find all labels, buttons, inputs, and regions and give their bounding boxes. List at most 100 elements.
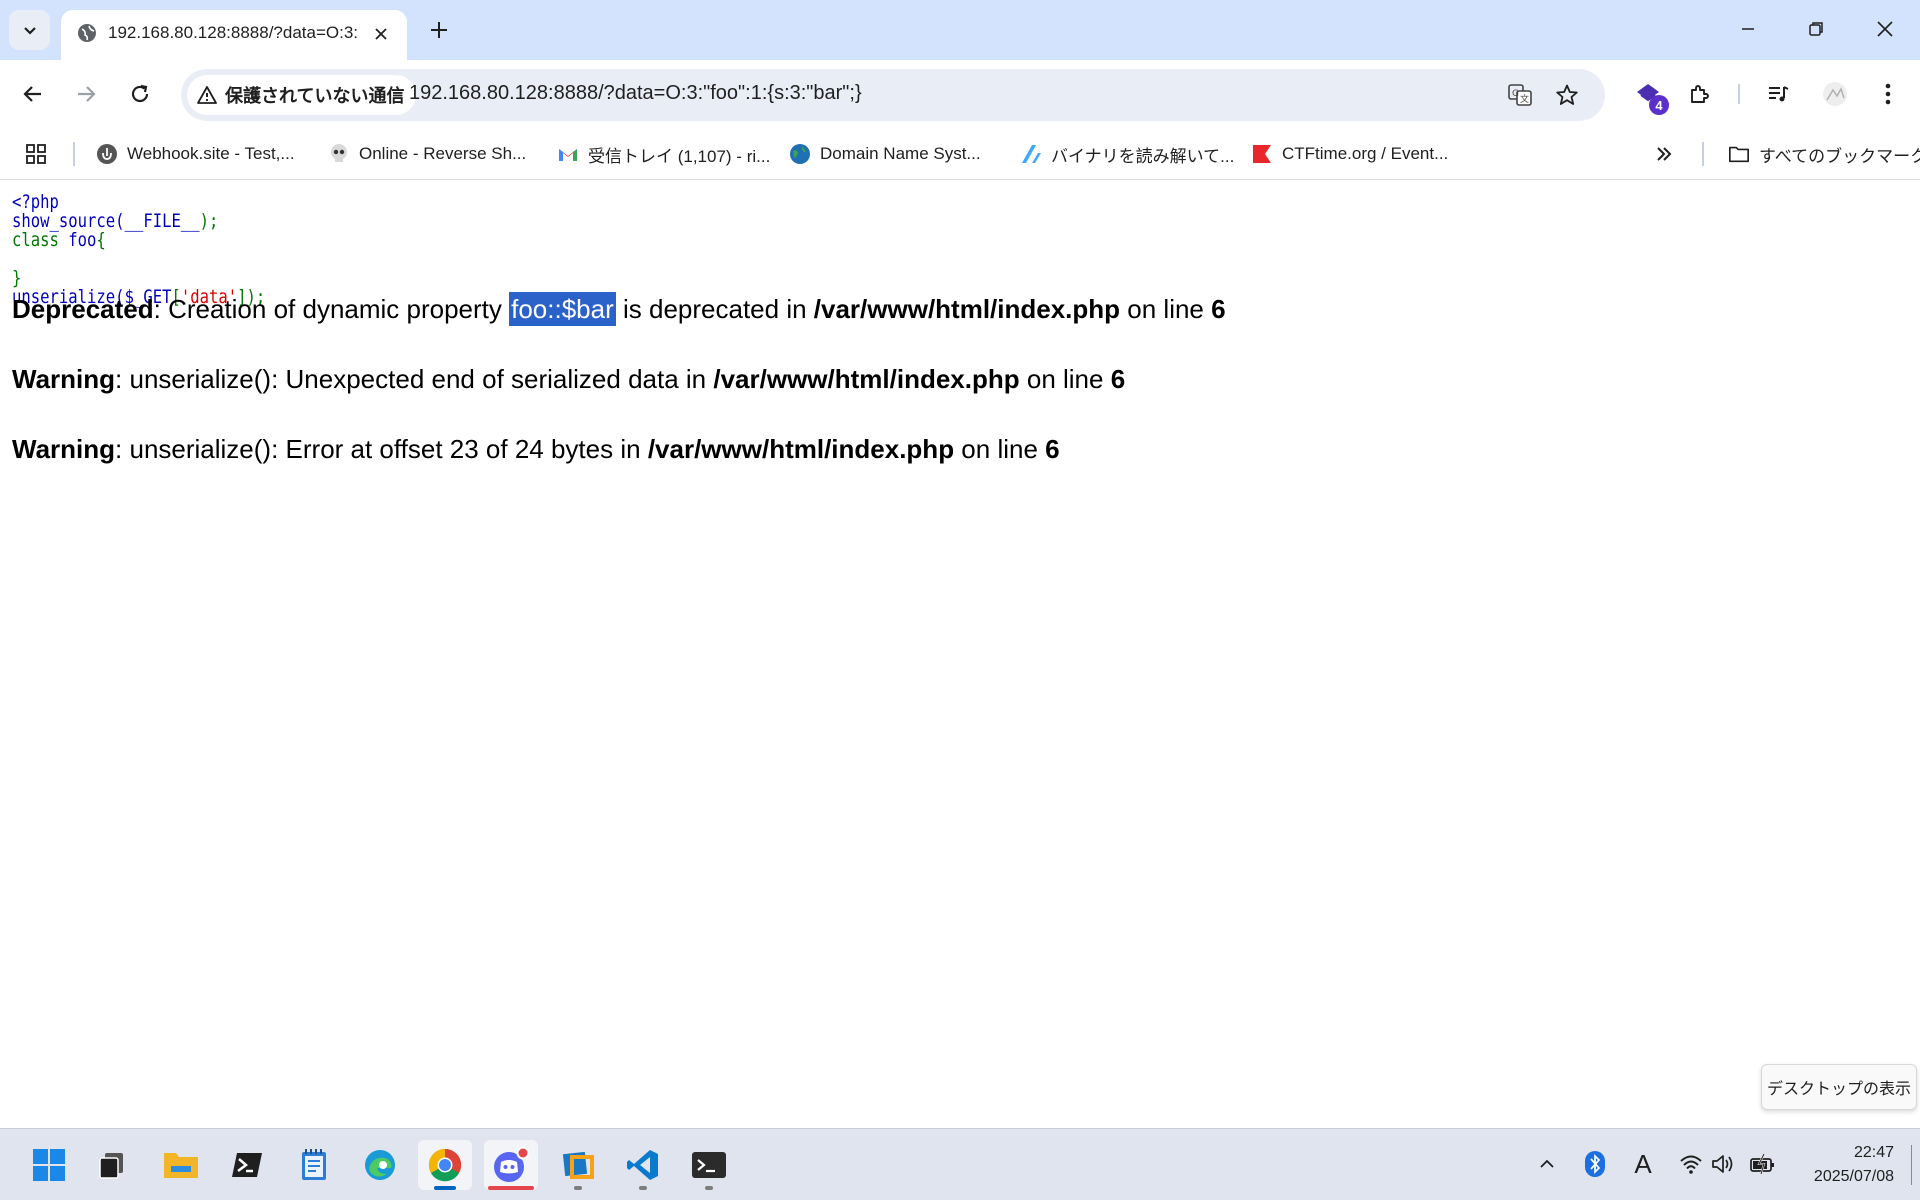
address-bar[interactable]: 保護されていない通信 192.168.80.128:8888/?data=O:3… bbox=[181, 69, 1605, 121]
show-desktop-button[interactable] bbox=[1911, 1145, 1912, 1185]
svg-text:G: G bbox=[1512, 89, 1519, 99]
message-line: 6 bbox=[1110, 364, 1126, 394]
battery-charging-icon bbox=[1750, 1153, 1774, 1175]
code-token: ); bbox=[199, 210, 219, 232]
file-explorer-button[interactable] bbox=[154, 1140, 208, 1190]
plus-icon bbox=[431, 22, 447, 38]
running-indicator bbox=[705, 1186, 713, 1190]
bluetooth-tray-button[interactable] bbox=[1580, 1149, 1610, 1179]
extension-button[interactable]: 4 bbox=[1628, 74, 1669, 115]
ime-indicator[interactable]: A bbox=[1628, 1149, 1658, 1179]
php-source-code: <?php show_source(__FILE__); class foo{ … bbox=[12, 193, 265, 307]
profile-button[interactable] bbox=[1815, 74, 1855, 114]
globe-icon bbox=[789, 143, 811, 165]
avatar-icon bbox=[1823, 82, 1847, 106]
minimize-button[interactable] bbox=[1720, 6, 1776, 52]
bluetooth-icon bbox=[1585, 1151, 1605, 1177]
task-view-button[interactable] bbox=[85, 1140, 139, 1190]
reload-button[interactable] bbox=[120, 74, 160, 114]
arrow-left-icon bbox=[23, 86, 41, 102]
system-clock[interactable]: 22:47 2025/07/08 bbox=[1784, 1141, 1894, 1189]
message-text: on line bbox=[1120, 294, 1212, 324]
forward-button[interactable] bbox=[66, 74, 106, 114]
show-hidden-icons-button[interactable] bbox=[1532, 1149, 1562, 1179]
bookmark-star-button[interactable] bbox=[1550, 78, 1584, 112]
restore-button[interactable] bbox=[1788, 6, 1844, 52]
bookmark-zenn[interactable]: バイナリを読み解いて... bbox=[1020, 138, 1234, 170]
all-bookmarks-button[interactable]: すべてのブックマーク bbox=[1728, 138, 1920, 170]
chrome-icon bbox=[428, 1148, 462, 1182]
security-chip[interactable]: 保護されていない通信 bbox=[187, 75, 417, 115]
close-window-button[interactable] bbox=[1857, 6, 1913, 52]
skull-icon bbox=[328, 143, 350, 165]
message-text: on line bbox=[954, 434, 1046, 464]
notification-indicator bbox=[488, 1186, 534, 1190]
code-token: __FILE__ bbox=[124, 210, 200, 232]
selected-text: foo::$bar bbox=[509, 292, 616, 326]
apps-button[interactable] bbox=[24, 138, 48, 170]
wifi-tray-button[interactable] bbox=[1676, 1149, 1706, 1179]
back-button[interactable] bbox=[13, 74, 53, 114]
active-indicator bbox=[434, 1186, 456, 1190]
notepad-icon bbox=[302, 1149, 326, 1180]
extensions-menu-button[interactable] bbox=[1680, 74, 1720, 114]
powershell-button[interactable] bbox=[220, 1140, 274, 1190]
volume-tray-button[interactable] bbox=[1708, 1149, 1738, 1179]
edge-button[interactable] bbox=[353, 1140, 407, 1190]
virtualbox-button[interactable] bbox=[551, 1140, 605, 1190]
message-level: Warning bbox=[12, 364, 116, 394]
toolbar-separator bbox=[1738, 84, 1740, 104]
security-label: 保護されていない通信 bbox=[225, 86, 405, 106]
tab-strip: 192.168.80.128:8888/?data=O:3: bbox=[0, 0, 1920, 60]
message-level: Deprecated bbox=[12, 294, 154, 324]
page-content: <?php show_source(__FILE__); class foo{ … bbox=[0, 181, 1920, 1128]
tab-close-button[interactable] bbox=[367, 20, 395, 48]
notepad-button[interactable] bbox=[287, 1140, 341, 1190]
url-text[interactable]: 192.168.80.128:8888/?data=O:3:"foo":1:{s… bbox=[409, 82, 862, 105]
double-chevron-right-icon bbox=[1657, 147, 1672, 161]
chevron-up-icon bbox=[1540, 1159, 1554, 1168]
bookmark-dns[interactable]: Domain Name Syst... bbox=[789, 138, 981, 170]
message-text: : unserialize(): Unexpected end of seria… bbox=[115, 364, 714, 394]
media-controls-button[interactable] bbox=[1758, 74, 1798, 114]
bookmark-gmail[interactable]: 受信トレイ (1,107) - ri... bbox=[557, 138, 770, 170]
bookmark-reverse-shell[interactable]: Online - Reverse Sh... bbox=[328, 138, 526, 170]
start-button[interactable] bbox=[22, 1140, 76, 1190]
clock-time: 22:47 bbox=[1853, 1144, 1894, 1161]
translate-button[interactable]: G文 bbox=[1503, 78, 1537, 112]
menu-button[interactable] bbox=[1868, 74, 1908, 114]
terminal-button[interactable] bbox=[682, 1140, 736, 1190]
bookmark-label: Online - Reverse Sh... bbox=[359, 144, 527, 163]
close-icon bbox=[1877, 21, 1893, 37]
windows-logo-icon bbox=[33, 1149, 65, 1181]
powershell-icon bbox=[232, 1153, 262, 1177]
discord-icon bbox=[494, 1147, 530, 1182]
virtualbox-icon bbox=[562, 1151, 594, 1179]
message-file: /var/www/html/index.php bbox=[713, 364, 1020, 394]
close-icon bbox=[375, 28, 387, 40]
tab-search-button[interactable] bbox=[9, 10, 50, 50]
bookmarks-overflow-button[interactable] bbox=[1654, 138, 1674, 170]
vscode-button[interactable] bbox=[616, 1140, 670, 1190]
active-tab[interactable]: 192.168.80.128:8888/?data=O:3: bbox=[61, 10, 407, 60]
reload-icon bbox=[131, 84, 149, 103]
deprecated-message: Deprecated: Creation of dynamic property… bbox=[12, 292, 1226, 326]
apps-grid-icon bbox=[26, 144, 46, 164]
message-level: Warning bbox=[12, 434, 116, 464]
new-tab-button[interactable] bbox=[422, 13, 456, 47]
code-token: foo bbox=[68, 229, 97, 251]
speaker-icon bbox=[1712, 1155, 1733, 1173]
gmail-icon bbox=[557, 143, 579, 165]
battery-tray-button[interactable] bbox=[1748, 1149, 1778, 1179]
star-icon bbox=[1556, 84, 1578, 105]
discord-button[interactable] bbox=[484, 1140, 538, 1190]
bookmark-label: Webhook.site - Test,... bbox=[127, 144, 295, 163]
bookmark-webhook[interactable]: Webhook.site - Test,... bbox=[96, 138, 295, 170]
bookmark-ctftime[interactable]: CTFtime.org / Event... bbox=[1251, 138, 1448, 170]
message-text: is deprecated in bbox=[615, 294, 814, 324]
chevron-down-icon bbox=[23, 27, 36, 35]
globe-icon bbox=[78, 24, 96, 42]
chrome-button[interactable] bbox=[418, 1140, 472, 1190]
folder-icon bbox=[1728, 143, 1750, 165]
